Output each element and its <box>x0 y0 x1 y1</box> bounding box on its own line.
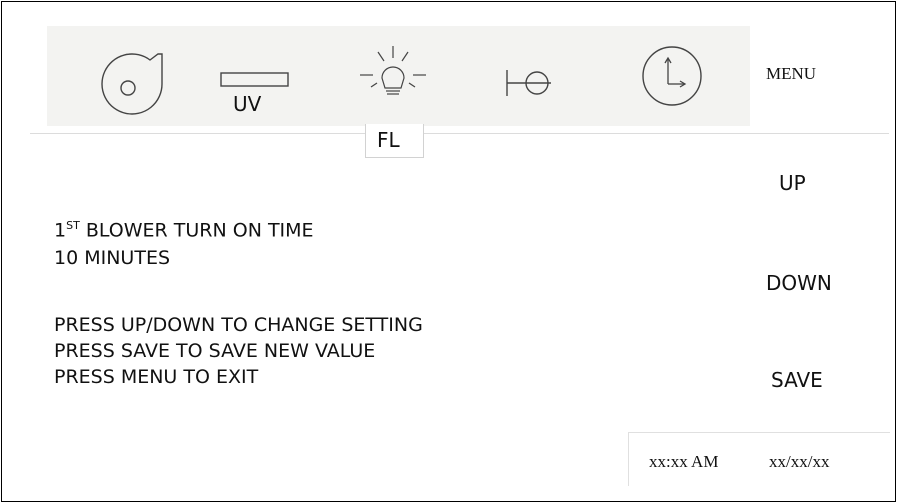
sash-icon[interactable] <box>505 68 555 98</box>
clock-time-value: xx:xx <box>649 452 688 471</box>
setting-value: 10 MINUTES <box>54 247 171 269</box>
setting-name-superscript: ST <box>66 219 80 232</box>
instruction-line-3: PRESS MENU TO EXIT <box>54 366 259 388</box>
instruction-line-2: PRESS SAVE TO SAVE NEW VALUE <box>54 340 376 362</box>
menu-button[interactable]: MENU <box>766 64 816 84</box>
fl-label: FL <box>377 128 400 152</box>
setting-name-suffix: BLOWER TURN ON TIME <box>79 219 314 242</box>
setting-name: 1ST BLOWER TURN ON TIME <box>54 219 314 241</box>
setting-name-prefix: 1 <box>54 219 67 242</box>
clock-ampm: AM <box>691 452 719 471</box>
clock-date: xx/xx/xx <box>769 452 830 471</box>
save-button[interactable]: SAVE <box>771 368 823 392</box>
up-button[interactable]: UP <box>779 171 806 195</box>
down-button[interactable]: DOWN <box>766 271 832 295</box>
timer-icon[interactable] <box>640 44 704 108</box>
status-bar: xx:xx AM xx/xx/xx <box>628 432 890 486</box>
instruction-line-1: PRESS UP/DOWN TO CHANGE SETTING <box>54 314 423 336</box>
uv-lamp-icon[interactable] <box>220 70 290 90</box>
blower-icon[interactable] <box>88 44 168 118</box>
toolbar-divider <box>30 133 889 134</box>
clock-time: xx:xx AM <box>649 452 718 472</box>
uv-label: UV <box>233 92 262 116</box>
fl-light-icon[interactable] <box>357 44 429 116</box>
